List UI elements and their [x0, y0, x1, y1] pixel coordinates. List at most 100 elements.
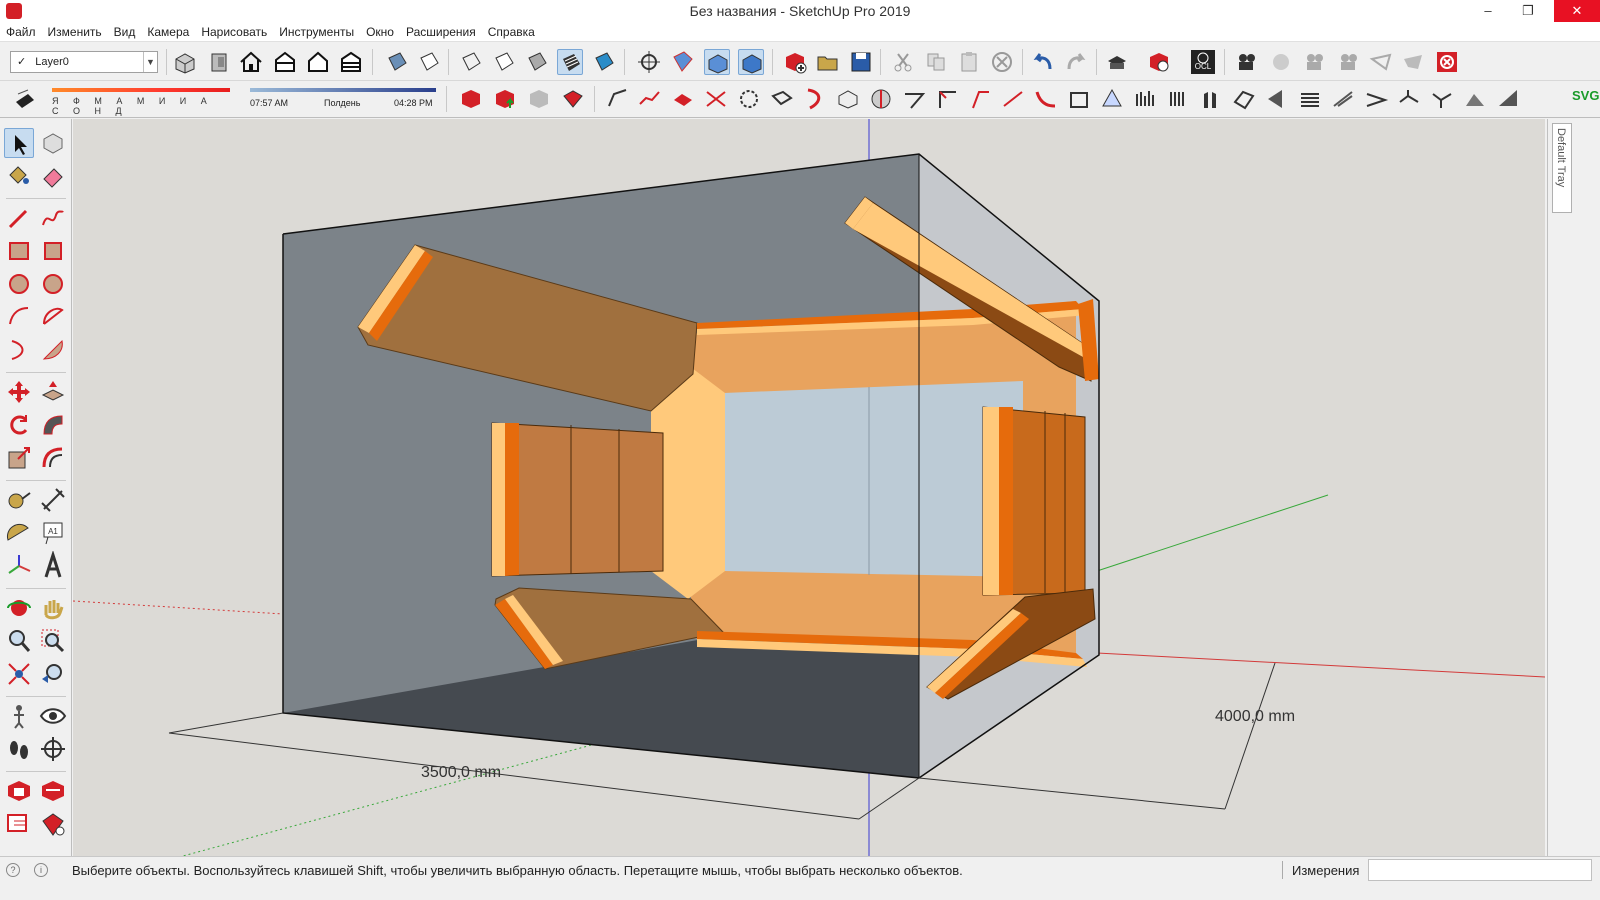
- draw-tool-22-icon[interactable]: [1297, 86, 1323, 112]
- line-pencil-icon[interactable]: [4, 203, 34, 233]
- warehouse-add-icon[interactable]: [782, 49, 808, 75]
- draw-tool-1-icon[interactable]: [604, 86, 630, 112]
- share-component-icon[interactable]: [4, 809, 34, 839]
- ext-gem-icon[interactable]: [560, 86, 586, 112]
- info-icon[interactable]: i: [34, 863, 48, 877]
- axes-icon[interactable]: [4, 551, 34, 581]
- orbit-icon[interactable]: [4, 593, 34, 623]
- ext-grey-icon[interactable]: [526, 86, 552, 112]
- close-button[interactable]: ✕: [1554, 0, 1600, 22]
- push-pull-icon[interactable]: [38, 377, 68, 407]
- monochrome-icon[interactable]: [591, 49, 617, 75]
- menu-camera[interactable]: Камера: [141, 22, 195, 42]
- menu-edit[interactable]: Изменить: [42, 22, 108, 42]
- ext-warehouse-icon[interactable]: [458, 86, 484, 112]
- menu-view[interactable]: Вид: [108, 22, 142, 42]
- svg-export-button[interactable]: SVG: [1572, 88, 1599, 103]
- front-view-icon[interactable]: [272, 49, 298, 75]
- draw-tool-4-icon[interactable]: [703, 86, 729, 112]
- rotate-icon[interactable]: [4, 410, 34, 440]
- position-camera-icon[interactable]: [4, 701, 34, 731]
- iso-view-icon[interactable]: [172, 49, 198, 75]
- hidden-line-icon[interactable]: [491, 49, 517, 75]
- draw-tool-7-icon[interactable]: [802, 86, 828, 112]
- section-cuts-icon[interactable]: [738, 49, 764, 75]
- minimize-button[interactable]: –: [1468, 0, 1508, 22]
- menu-draw[interactable]: Нарисовать: [195, 22, 273, 42]
- maximize-button[interactable]: ❐: [1508, 0, 1548, 22]
- menu-window[interactable]: Окно: [360, 22, 400, 42]
- paint-bucket-icon[interactable]: [4, 161, 34, 191]
- layer-dropdown[interactable]: ✓ Layer0 ▼: [10, 51, 158, 73]
- zoom-window-icon[interactable]: [38, 626, 68, 656]
- open-folder-icon[interactable]: [815, 49, 841, 75]
- depth-dimension-label[interactable]: 4000,0 mm: [1215, 708, 1295, 725]
- draw-tool-9-icon[interactable]: [868, 86, 894, 112]
- draw-tool-5-icon[interactable]: [736, 86, 762, 112]
- section-plane-tool-icon[interactable]: [38, 734, 68, 764]
- frustum-icon[interactable]: [1400, 49, 1426, 75]
- width-dimension-label[interactable]: 3500,0 mm: [421, 764, 501, 781]
- draw-tool-3-icon[interactable]: [670, 86, 696, 112]
- follow-me-icon[interactable]: [38, 410, 68, 440]
- draw-tool-8-icon[interactable]: [835, 86, 861, 112]
- draw-tool-23-icon[interactable]: [1330, 86, 1356, 112]
- paste-icon[interactable]: [956, 49, 982, 75]
- share-model-icon[interactable]: [38, 776, 68, 806]
- rectangle-icon[interactable]: [4, 236, 34, 266]
- move-icon[interactable]: [4, 377, 34, 407]
- depth-dimension-line[interactable]: [918, 777, 1226, 810]
- select-arrow-icon[interactable]: [4, 128, 34, 158]
- draw-tool-20-icon[interactable]: [1231, 86, 1257, 112]
- orbit-target-icon[interactable]: [636, 49, 662, 75]
- scale-icon[interactable]: [4, 443, 34, 473]
- redo-icon[interactable]: [1063, 49, 1089, 75]
- draw-tool-28-icon[interactable]: [1495, 86, 1521, 112]
- camera-edit-icon[interactable]: [1302, 49, 1328, 75]
- draw-tool-16-icon[interactable]: [1099, 86, 1125, 112]
- offset-icon[interactable]: [38, 443, 68, 473]
- warehouse-icon[interactable]: [4, 776, 34, 806]
- arc-icon[interactable]: [4, 302, 34, 332]
- draw-tool-24-icon[interactable]: [1363, 86, 1389, 112]
- menu-extensions[interactable]: Расширения: [400, 22, 482, 42]
- previous-view-icon[interactable]: [38, 659, 68, 689]
- shaded-icon[interactable]: [524, 49, 550, 75]
- ext-upload-icon[interactable]: [492, 86, 518, 112]
- draw-tool-17-icon[interactable]: [1132, 86, 1158, 112]
- back-view-icon[interactable]: [338, 49, 364, 75]
- text-icon[interactable]: A1: [38, 518, 68, 548]
- pan-hand-icon[interactable]: [38, 593, 68, 623]
- cut-icon[interactable]: [890, 49, 916, 75]
- section-display-icon[interactable]: [704, 49, 730, 75]
- default-tray-tab[interactable]: Default Tray: [1552, 123, 1572, 213]
- help-icon[interactable]: ?: [6, 863, 20, 877]
- draw-tool-14-icon[interactable]: [1033, 86, 1059, 112]
- menu-file[interactable]: Файл: [0, 22, 42, 42]
- ocl-icon[interactable]: OCL: [1190, 49, 1216, 75]
- xray-icon[interactable]: [384, 49, 410, 75]
- undo-icon[interactable]: [1030, 49, 1056, 75]
- circle-icon[interactable]: [4, 269, 34, 299]
- tape-measure-icon[interactable]: [4, 485, 34, 515]
- protractor-icon[interactable]: [4, 518, 34, 548]
- path-icon[interactable]: [1368, 49, 1394, 75]
- draw-tool-18-icon[interactable]: [1165, 86, 1191, 112]
- draw-tool-26-icon[interactable]: [1429, 86, 1455, 112]
- 3d-text-icon[interactable]: [38, 550, 68, 581]
- camera-remove-icon[interactable]: [1336, 49, 1362, 75]
- close-red-icon[interactable]: [1434, 49, 1460, 75]
- draw-tool-10-icon[interactable]: [901, 86, 927, 112]
- rotated-rectangle-icon[interactable]: [38, 236, 68, 266]
- copy-icon[interactable]: [923, 49, 949, 75]
- draw-tool-25-icon[interactable]: [1396, 86, 1422, 112]
- shadow-month-slider[interactable]: Я Ф М А М И И А С О Н Д: [52, 86, 232, 116]
- look-around-eye-icon[interactable]: [38, 701, 68, 731]
- two-point-arc-icon[interactable]: [38, 302, 68, 332]
- draw-tool-11-icon[interactable]: [934, 86, 960, 112]
- home-icon[interactable]: [238, 49, 264, 75]
- walk-footprints-icon[interactable]: [4, 734, 34, 764]
- three-point-arc-icon[interactable]: [4, 335, 34, 365]
- shadows-toggle-icon[interactable]: [12, 86, 38, 112]
- chevron-down-icon[interactable]: ▼: [143, 52, 157, 72]
